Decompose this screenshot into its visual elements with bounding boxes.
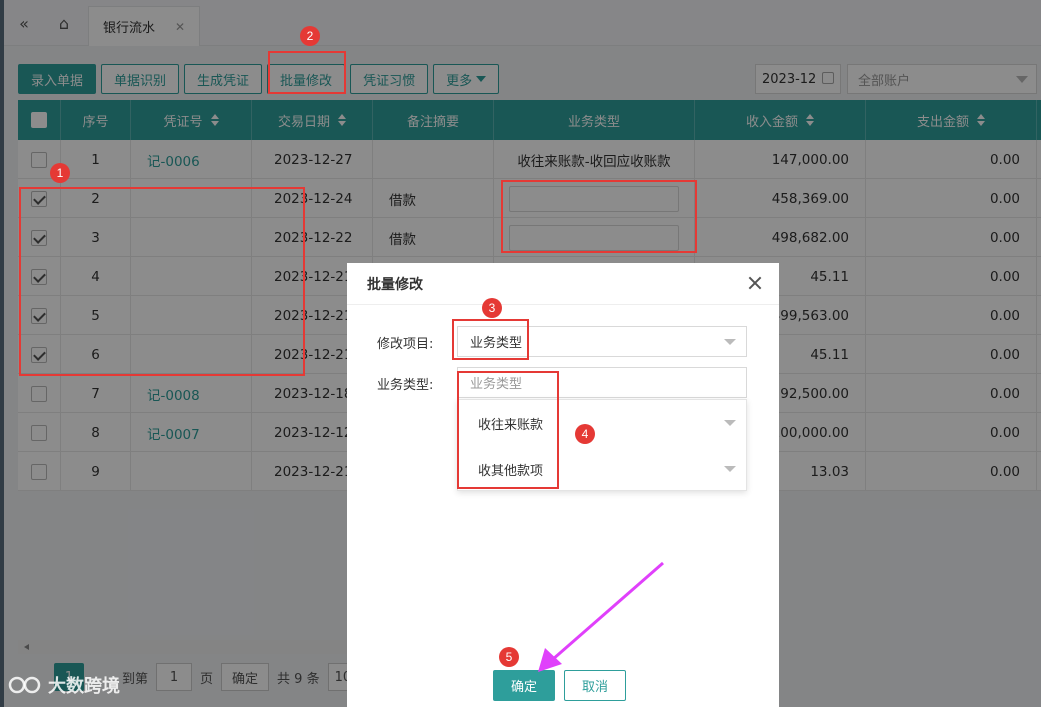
dialog-header: 批量修改 bbox=[347, 263, 779, 305]
confirm-button[interactable]: 确定 bbox=[493, 670, 555, 701]
annotation-badge-3: 3 bbox=[482, 298, 502, 318]
watermark-logo-icon bbox=[8, 676, 41, 694]
chevron-down-icon bbox=[724, 420, 736, 426]
batch-edit-dialog: 批量修改 修改项目: 业务类型 业务类型: 业务类型 收往来账款 收其他款项 确… bbox=[347, 263, 779, 707]
dialog-title: 批量修改 bbox=[367, 276, 423, 293]
highlight-selected-rows bbox=[19, 187, 305, 376]
chevron-down-icon bbox=[724, 339, 736, 345]
annotation-badge-5: 5 bbox=[499, 647, 519, 667]
annotation-badge-2: 2 bbox=[300, 26, 320, 46]
annotation-badge-4: 4 bbox=[575, 424, 595, 444]
close-icon[interactable] bbox=[747, 275, 763, 291]
watermark: 大数跨境 bbox=[8, 672, 120, 698]
business-type-label: 业务类型: bbox=[377, 378, 434, 393]
chevron-down-icon bbox=[724, 466, 736, 472]
highlight-options bbox=[457, 371, 559, 489]
annotation-badge-1: 1 bbox=[50, 163, 70, 183]
watermark-text: 大数跨境 bbox=[48, 676, 120, 697]
edit-item-label: 修改项目: bbox=[377, 337, 434, 352]
cancel-button[interactable]: 取消 bbox=[564, 670, 626, 701]
highlight-batch-edit bbox=[268, 51, 346, 94]
highlight-edit-item bbox=[452, 319, 529, 360]
highlight-empty-type bbox=[501, 180, 697, 253]
